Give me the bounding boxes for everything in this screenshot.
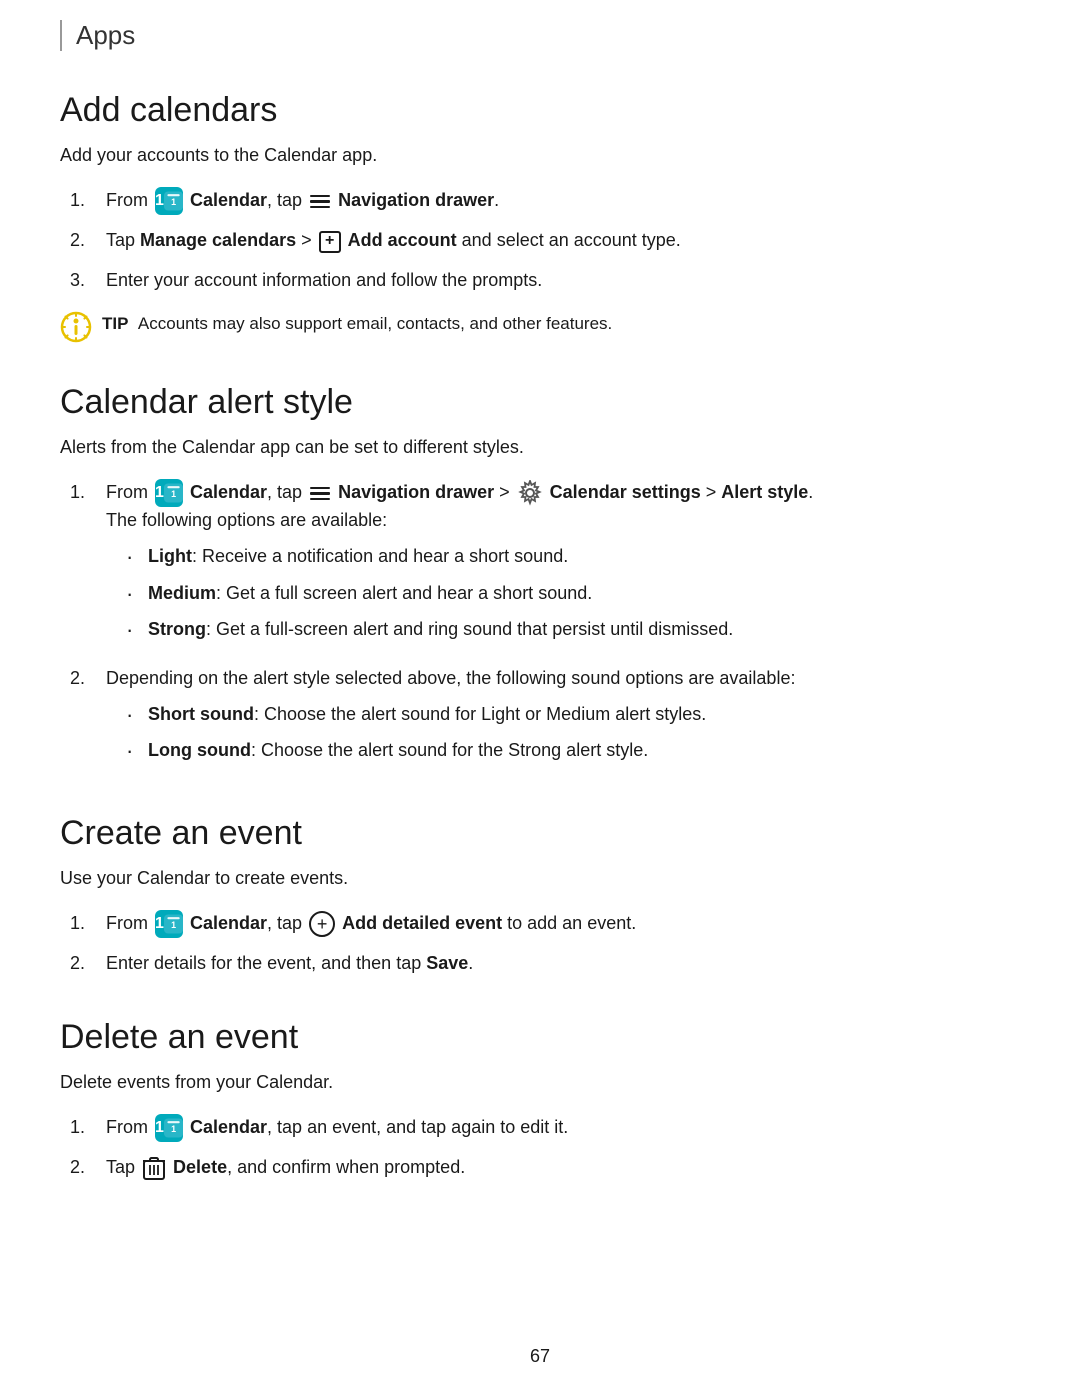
section-desc-create-event: Use your Calendar to create events. (60, 865, 1020, 892)
nav-drawer-icon (309, 192, 331, 210)
bullet-dot: · (126, 737, 148, 766)
add-calendars-list: 1. From 1 Calendar, tap Navigation (70, 187, 1020, 295)
bullet-dot: · (126, 701, 148, 730)
create-event-list: 1. From 1 Calendar, tap + Add detailed e… (70, 910, 1020, 978)
list-content: Tap Delete, and confirm when prompted. (106, 1154, 1020, 1182)
calendar-app-icon: 1 (155, 187, 183, 215)
calendar-label: Calendar (190, 913, 267, 933)
alert-style-bullets: · Light: Receive a notification and hear… (126, 543, 1020, 645)
calendar-settings-label: Calendar settings (550, 482, 701, 502)
calendar-app-icon: 1 (155, 1114, 183, 1142)
list-item: 2. Depending on the alert style selected… (70, 665, 1020, 774)
alert-style-label: Alert style (721, 482, 808, 502)
tip-box: TIP Accounts may also support email, con… (60, 311, 1020, 343)
section-desc-add-calendars: Add your accounts to the Calendar app. (60, 142, 1020, 169)
list-number: 2. (70, 1154, 106, 1182)
manage-calendars-label: Manage calendars (140, 230, 296, 250)
list-content: From 1 Calendar, tap an event, and tap a… (106, 1114, 1020, 1142)
page-section-label: Apps (76, 20, 135, 50)
bullet-content: Short sound: Choose the alert sound for … (148, 701, 706, 729)
gear-icon (517, 480, 543, 506)
list-item: 1. From 1 Calendar, tap + Add detailed e… (70, 910, 1020, 938)
bullet-dot: · (126, 543, 148, 572)
bullet-content: Light: Receive a notification and hear a… (148, 543, 568, 571)
section-title-alert-style: Calendar alert style (60, 383, 1020, 422)
nav-drawer-label: Navigation drawer (338, 482, 494, 502)
calendar-label: Calendar (190, 190, 267, 210)
sound-options-bullets: · Short sound: Choose the alert sound fo… (126, 701, 1020, 766)
list-content: From 1 Calendar, tap Navigation drawer > (106, 479, 1020, 653)
bullet-item: · Strong: Get a full-screen alert and ri… (126, 616, 1020, 645)
list-item: 2. Tap Manage calendars > + Add account … (70, 227, 1020, 255)
tip-text: TIP Accounts may also support email, con… (102, 311, 612, 337)
nav-drawer-label: Navigation drawer (338, 190, 494, 210)
bullet-dot: · (126, 616, 148, 645)
tip-label: TIP (102, 314, 128, 333)
delete-event-list: 1. From 1 Calendar, tap an event, and ta… (70, 1114, 1020, 1182)
add-detailed-event-icon: + (309, 911, 335, 937)
add-icon: + (319, 231, 341, 253)
section-desc-delete-event: Delete events from your Calendar. (60, 1069, 1020, 1096)
section-title-add-calendars: Add calendars (60, 91, 1020, 130)
list-content: From 1 Calendar, tap + Add detailed even… (106, 910, 1020, 938)
list-number: 2. (70, 950, 106, 978)
calendar-app-icon: 1 (155, 910, 183, 938)
list-number: 2. (70, 665, 106, 693)
calendar-label: Calendar (190, 482, 267, 502)
bullet-item: · Short sound: Choose the alert sound fo… (126, 701, 1020, 730)
section-create-event: Create an event Use your Calendar to cre… (60, 814, 1020, 978)
section-title-create-event: Create an event (60, 814, 1020, 853)
section-delete-event: Delete an event Delete events from your … (60, 1018, 1020, 1182)
page-footer: 67 (0, 1346, 1080, 1367)
list-number: 2. (70, 227, 106, 255)
trash-icon (142, 1156, 166, 1182)
list-content: Enter your account information and follo… (106, 267, 1020, 295)
list-content: Depending on the alert style selected ab… (106, 665, 1020, 774)
section-desc-alert-style: Alerts from the Calendar app can be set … (60, 434, 1020, 461)
tip-icon (60, 311, 92, 343)
delete-label: Delete (173, 1157, 227, 1177)
alert-style-list: 1. From 1 Calendar, tap Navigation (70, 479, 1020, 774)
svg-text:1: 1 (171, 489, 176, 499)
list-content: From 1 Calendar, tap Navigation drawer. (106, 187, 1020, 215)
header-bar: Apps (60, 20, 1020, 51)
svg-text:1: 1 (171, 197, 176, 207)
save-label: Save (426, 953, 468, 973)
list-item: 1. From 1 Calendar, tap an event, and ta… (70, 1114, 1020, 1142)
bullet-dot: · (126, 580, 148, 609)
bullet-content: Medium: Get a full screen alert and hear… (148, 580, 592, 608)
list-content: Enter details for the event, and then ta… (106, 950, 1020, 978)
page-container: Apps Add calendars Add your accounts to … (0, 0, 1080, 1397)
add-account-label: Add account (348, 230, 457, 250)
list-item: 1. From 1 Calendar, tap Navigation (70, 479, 1020, 653)
section-add-calendars: Add calendars Add your accounts to the C… (60, 91, 1020, 343)
bullet-content: Strong: Get a full-screen alert and ring… (148, 616, 733, 644)
list-number: 3. (70, 267, 106, 295)
list-number: 1. (70, 910, 106, 938)
list-number: 1. (70, 187, 106, 215)
add-detailed-event-label: Add detailed event (342, 913, 502, 933)
list-item: 1. From 1 Calendar, tap Navigation (70, 187, 1020, 215)
section-title-delete-event: Delete an event (60, 1018, 1020, 1057)
list-item: 2. Enter details for the event, and then… (70, 950, 1020, 978)
bullet-item: · Long sound: Choose the alert sound for… (126, 737, 1020, 766)
list-number: 1. (70, 479, 106, 507)
list-item: 3. Enter your account information and fo… (70, 267, 1020, 295)
list-item: 2. Tap Delete, and confirm when p (70, 1154, 1020, 1182)
list-content: Tap Manage calendars > + Add account and… (106, 227, 1020, 255)
section-calendar-alert-style: Calendar alert style Alerts from the Cal… (60, 383, 1020, 774)
calendar-label: Calendar (190, 1117, 267, 1137)
page-number: 67 (530, 1346, 550, 1366)
bullet-item: · Medium: Get a full screen alert and he… (126, 580, 1020, 609)
bullet-content: Long sound: Choose the alert sound for t… (148, 737, 648, 765)
nav-drawer-icon (309, 484, 331, 502)
calendar-app-icon: 1 (155, 479, 183, 507)
svg-text:1: 1 (171, 1125, 176, 1135)
list-number: 1. (70, 1114, 106, 1142)
svg-text:1: 1 (171, 920, 176, 930)
bullet-item: · Light: Receive a notification and hear… (126, 543, 1020, 572)
